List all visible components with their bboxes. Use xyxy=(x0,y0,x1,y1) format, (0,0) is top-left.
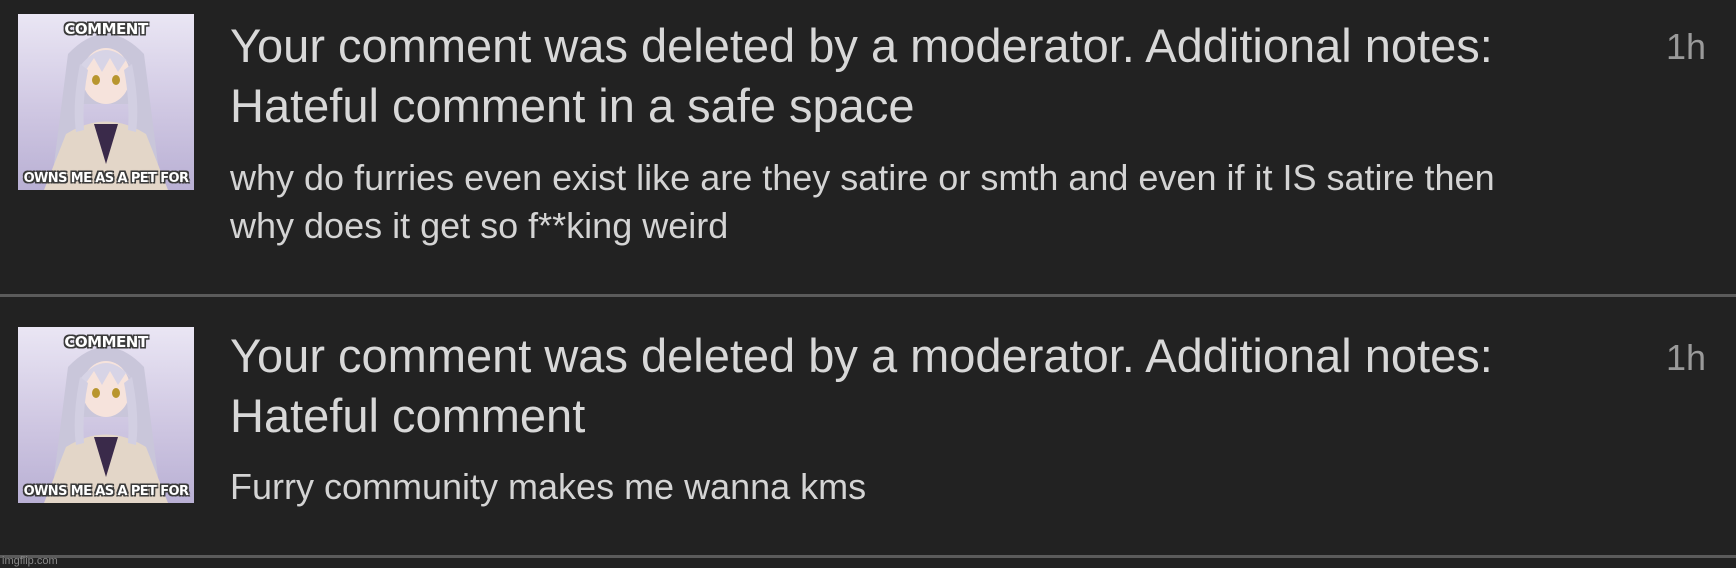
thumbnail-caption-bottom: OWNS ME AS A PET FOR xyxy=(23,484,189,499)
anime-character-image xyxy=(44,34,168,190)
watermark: imgflip.com xyxy=(2,555,58,567)
notification-thumbnail[interactable]: COMMENT OWNS ME AS A PET FOR xyxy=(18,14,194,190)
notification-title: Your comment was deleted by a moderator.… xyxy=(230,19,1493,132)
notification-item[interactable]: COMMENT OWNS ME AS A PET FOR Your commen… xyxy=(0,0,1736,294)
anime-character-image xyxy=(44,347,168,503)
notification-list: COMMENT OWNS ME AS A PET FOR Your commen… xyxy=(0,0,1736,568)
notification-timestamp: 1h xyxy=(1665,26,1706,67)
notification-title: Your comment was deleted by a moderator.… xyxy=(230,329,1493,442)
thumbnail-caption-top: COMMENT xyxy=(64,333,148,351)
thumbnail-caption-bottom: OWNS ME AS A PET FOR xyxy=(23,171,189,186)
divider xyxy=(0,555,1736,558)
notification-timestamp: 1h xyxy=(1665,337,1706,378)
notification-comment: Furry community makes me wanna kms xyxy=(230,466,867,507)
notification-item[interactable]: COMMENT OWNS ME AS A PET FOR Your commen… xyxy=(0,297,1736,556)
thumbnail-caption-top: COMMENT xyxy=(64,20,148,38)
notification-comment: why do furries even exist like are they … xyxy=(230,157,1495,246)
notification-thumbnail[interactable]: COMMENT OWNS ME AS A PET FOR xyxy=(18,327,194,503)
